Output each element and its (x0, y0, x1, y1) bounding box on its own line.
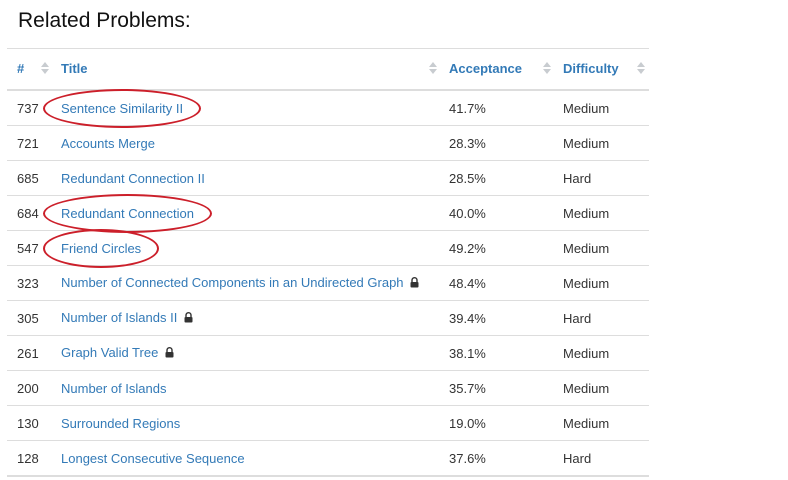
lock-icon (165, 346, 174, 361)
problem-title-cell: Number of Islands (61, 370, 449, 406)
problem-number: 547 (7, 230, 61, 266)
problem-title-link[interactable]: Friend Circles (61, 241, 141, 256)
lock-icon (410, 276, 419, 291)
problem-difficulty: Medium (563, 195, 649, 231)
problem-title-link[interactable]: Redundant Connection (61, 206, 194, 221)
problem-difficulty: Hard (563, 300, 649, 336)
problem-row: 684 Redundant Connection 40.0% Medium (7, 195, 649, 231)
problem-difficulty: Medium (563, 370, 649, 406)
related-problems-table: # Title Acceptance Difficulty 737 Senten… (7, 48, 649, 477)
problem-difficulty: Hard (563, 440, 649, 477)
column-header-number[interactable]: # (7, 48, 61, 91)
table-header: # Title Acceptance Difficulty (7, 48, 649, 91)
problem-title-cell: Redundant Connection (61, 195, 449, 231)
problem-number: 305 (7, 300, 61, 336)
problem-row: 305 Number of Islands II 39.4% Hard (7, 300, 649, 336)
problem-row: 323 Number of Connected Components in an… (7, 265, 649, 301)
problem-title-link[interactable]: Surrounded Regions (61, 416, 180, 431)
problem-difficulty: Medium (563, 89, 649, 126)
problem-number: 130 (7, 405, 61, 441)
problem-title-link[interactable]: Accounts Merge (61, 136, 155, 151)
problem-number: 721 (7, 125, 61, 161)
problem-row: 200 Number of Islands 35.7% Medium (7, 370, 649, 406)
problem-title-cell: Longest Consecutive Sequence (61, 440, 449, 477)
problem-number: 685 (7, 160, 61, 196)
problem-acceptance: 38.1% (449, 335, 563, 371)
problem-number: 261 (7, 335, 61, 371)
problem-row: 737 Sentence Similarity II 41.7% Medium (7, 89, 649, 126)
problem-row: 128 Longest Consecutive Sequence 37.6% H… (7, 440, 649, 477)
problem-acceptance: 39.4% (449, 300, 563, 336)
column-header-title[interactable]: Title (61, 48, 449, 91)
problem-acceptance: 37.6% (449, 440, 563, 477)
sort-icon[interactable] (543, 61, 551, 77)
problem-acceptance: 41.7% (449, 89, 563, 126)
problem-acceptance: 19.0% (449, 405, 563, 441)
column-header-number-label: # (17, 61, 25, 76)
column-header-difficulty-label: Difficulty (563, 61, 619, 76)
problem-acceptance: 49.2% (449, 230, 563, 266)
problem-number: 737 (7, 89, 61, 126)
column-header-acceptance[interactable]: Acceptance (449, 48, 563, 91)
problem-acceptance: 28.5% (449, 160, 563, 196)
sort-icon[interactable] (41, 61, 49, 77)
page-heading: Related Problems: (18, 9, 191, 32)
problem-title-link[interactable]: Number of Connected Components in an Und… (61, 275, 404, 290)
column-header-title-label: Title (61, 61, 88, 76)
problem-difficulty: Hard (563, 160, 649, 196)
sort-icon[interactable] (429, 61, 437, 77)
problem-title-cell: Graph Valid Tree (61, 335, 449, 371)
related-problems-table-container: # Title Acceptance Difficulty 737 Senten… (7, 48, 649, 477)
problem-title-link[interactable]: Sentence Similarity II (61, 101, 183, 116)
sort-icon[interactable] (637, 61, 645, 77)
problem-title-cell: Friend Circles (61, 230, 449, 266)
problem-row: 261 Graph Valid Tree 38.1% Medium (7, 335, 649, 371)
column-header-acceptance-label: Acceptance (449, 61, 522, 76)
problem-difficulty: Medium (563, 265, 649, 301)
problem-title-cell: Sentence Similarity II (61, 89, 449, 126)
problem-title-link[interactable]: Redundant Connection II (61, 171, 205, 186)
column-header-difficulty[interactable]: Difficulty (563, 48, 649, 91)
problem-number: 128 (7, 440, 61, 477)
problem-row: 685 Redundant Connection II 28.5% Hard (7, 160, 649, 196)
header-row: # Title Acceptance Difficulty (7, 48, 649, 91)
problem-row: 130 Surrounded Regions 19.0% Medium (7, 405, 649, 441)
problem-title-link[interactable]: Number of Islands (61, 381, 167, 396)
problem-acceptance: 28.3% (449, 125, 563, 161)
problem-title-link[interactable]: Longest Consecutive Sequence (61, 451, 245, 466)
problem-acceptance: 48.4% (449, 265, 563, 301)
problem-difficulty: Medium (563, 405, 649, 441)
table-body: 737 Sentence Similarity II 41.7% Medium … (7, 89, 649, 477)
problem-row: 721 Accounts Merge 28.3% Medium (7, 125, 649, 161)
problem-number: 200 (7, 370, 61, 406)
lock-icon (184, 311, 193, 326)
problem-acceptance: 35.7% (449, 370, 563, 406)
problem-number: 323 (7, 265, 61, 301)
problem-title-cell: Number of Connected Components in an Und… (61, 265, 449, 301)
problem-difficulty: Medium (563, 125, 649, 161)
problem-title-link[interactable]: Number of Islands II (61, 310, 177, 325)
problem-difficulty: Medium (563, 230, 649, 266)
problem-title-cell: Number of Islands II (61, 300, 449, 336)
problem-difficulty: Medium (563, 335, 649, 371)
problem-number: 684 (7, 195, 61, 231)
problem-title-link[interactable]: Graph Valid Tree (61, 345, 158, 360)
problem-title-cell: Redundant Connection II (61, 160, 449, 196)
problem-title-cell: Surrounded Regions (61, 405, 449, 441)
problem-title-cell: Accounts Merge (61, 125, 449, 161)
problem-acceptance: 40.0% (449, 195, 563, 231)
problem-row: 547 Friend Circles 49.2% Medium (7, 230, 649, 266)
